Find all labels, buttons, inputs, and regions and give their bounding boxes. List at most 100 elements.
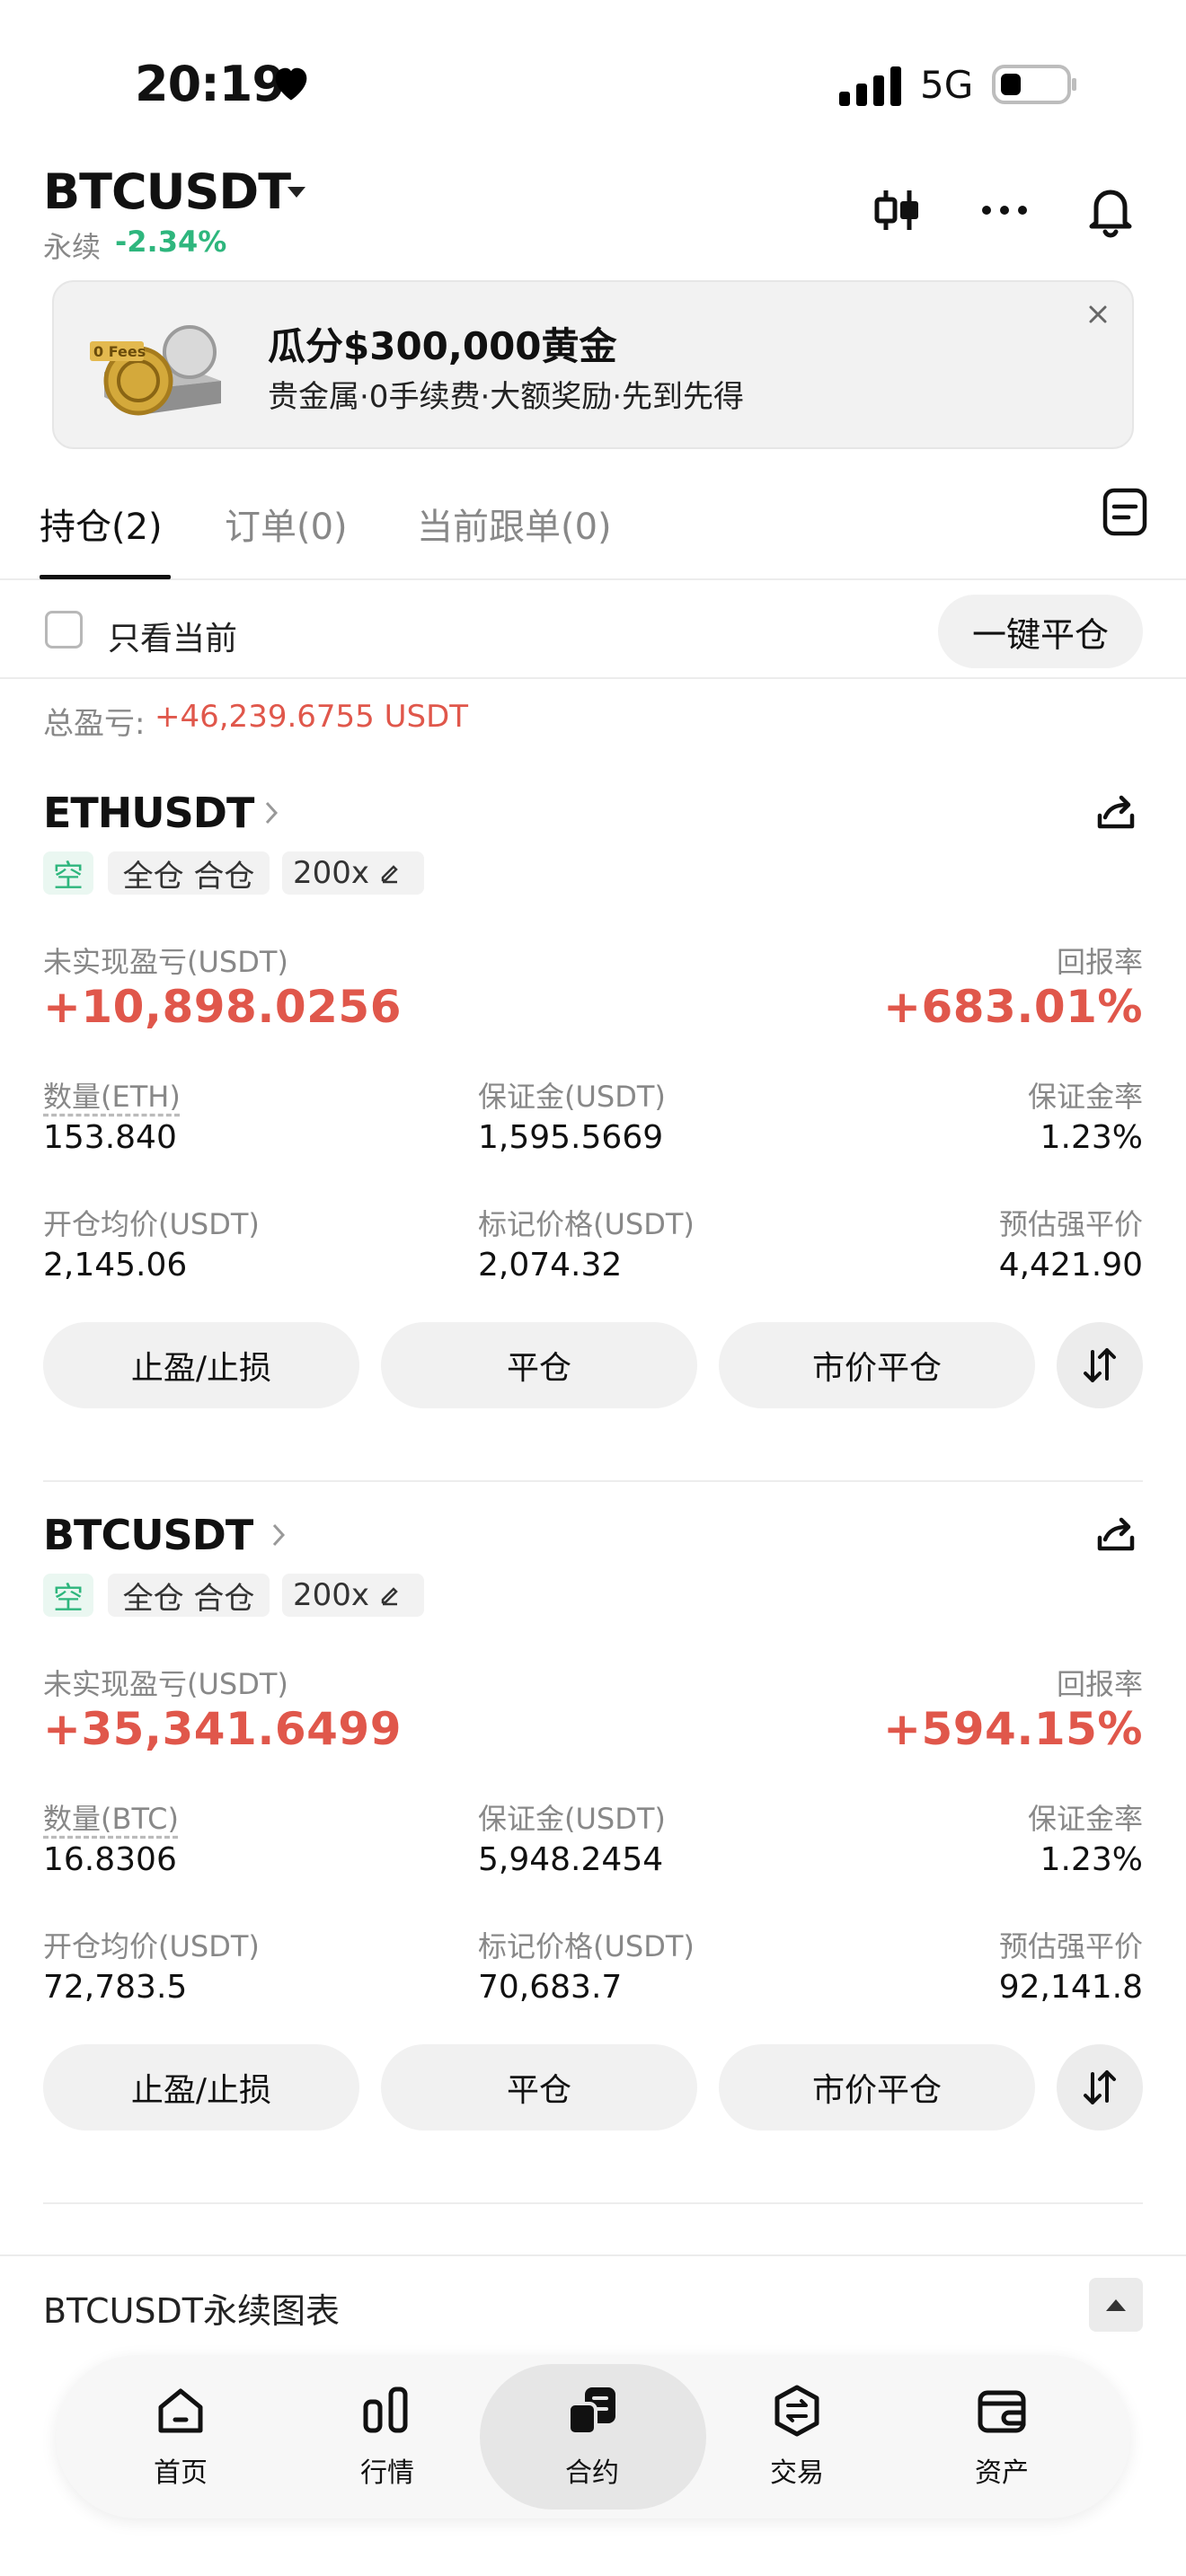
position-symbol[interactable]: BTCUSDT — [43, 1511, 253, 1559]
market-close-button[interactable]: 市价平仓 — [719, 2044, 1035, 2130]
quantity-value: 16.8306 — [43, 1841, 177, 1878]
margin-label: 保证金(USDT) — [478, 1080, 666, 1114]
nav-assets[interactable]: 资产 — [934, 2382, 1069, 2490]
pair-title[interactable]: BTCUSDT — [43, 163, 291, 220]
tab-positions[interactable]: 持仓(2) — [40, 498, 163, 550]
bell-icon[interactable] — [1084, 178, 1137, 243]
entry-price-value: 72,783.5 — [43, 1969, 188, 2006]
close-position-button[interactable]: 平仓 — [381, 2044, 697, 2130]
only-current-label[interactable]: 只看当前 — [108, 613, 237, 659]
chart-bar-label[interactable]: BTCUSDT永续图表 — [43, 2283, 340, 2333]
unrealized-pnl-value: +35,341.6499 — [43, 1703, 402, 1755]
margin-ratio-label: 保证金率 — [1027, 1802, 1143, 1836]
banner-title: 瓜分$300,000黄金 — [268, 324, 617, 368]
contract-type: 永续 — [43, 230, 102, 264]
price-change: -2.34% — [115, 225, 227, 259]
leverage-value: 200x — [293, 855, 370, 891]
leverage-badge[interactable]: 200x — [282, 851, 424, 895]
banner-image-text: 0 Fees — [93, 343, 146, 360]
filter-divider — [0, 677, 1186, 679]
mark-price-label: 标记价格(USDT) — [478, 1929, 695, 1963]
status-time: 20:19 — [135, 56, 286, 112]
roe-label: 回报率 — [1056, 1667, 1143, 1701]
leverage-value: 200x — [293, 1577, 370, 1613]
edit-icon — [381, 1587, 398, 1606]
nav-home-label: 首页 — [154, 2457, 208, 2489]
quantity-value: 153.840 — [43, 1119, 177, 1156]
leverage-badge[interactable]: 200x — [282, 1574, 424, 1617]
position-card: ETHUSDT 空 全仓 合仓 200x 未实现盈亏(USDT) 回报率 +10… — [0, 789, 1186, 1498]
network-type: 5G — [920, 63, 974, 107]
entry-price-label: 开仓均价(USDT) — [43, 1207, 260, 1241]
position-card: BTCUSDT 空 全仓 合仓 200x 未实现盈亏(USDT) 回报率 +35… — [0, 1511, 1186, 2220]
margin-mode-badge: 全仓 合仓 — [108, 851, 270, 895]
reverse-position-button[interactable] — [1057, 2044, 1143, 2130]
nav-futures[interactable]: 合约 — [525, 2382, 659, 2490]
roe-value: +594.15% — [883, 1703, 1143, 1755]
home-icon — [158, 2388, 203, 2433]
liq-price-label: 预估强平价 — [998, 1929, 1143, 1963]
margin-ratio-label: 保证金率 — [1027, 1080, 1143, 1114]
reverse-position-button[interactable] — [1057, 1322, 1143, 1408]
nav-futures-label: 合约 — [565, 2457, 619, 2489]
tab-divider — [0, 578, 1186, 580]
position-symbol[interactable]: ETHUSDT — [43, 789, 254, 837]
trade-icon — [774, 2385, 819, 2437]
roe-value: +683.01% — [883, 981, 1143, 1033]
nav-trade-label: 交易 — [770, 2457, 824, 2489]
swap-arrows-icon — [1084, 1348, 1116, 1382]
only-current-checkbox[interactable] — [45, 611, 83, 648]
caret-down-icon[interactable] — [286, 185, 307, 199]
mark-price-value: 2,074.32 — [478, 1247, 623, 1284]
quantity-label[interactable]: 数量(ETH) — [43, 1074, 181, 1116]
quantity-label[interactable]: 数量(BTC) — [43, 1796, 179, 1838]
liq-price-value: 4,421.90 — [998, 1247, 1143, 1284]
close-all-button[interactable]: 一键平仓 — [938, 595, 1143, 668]
chart-divider — [0, 2254, 1186, 2256]
wallet-icon — [978, 2390, 1026, 2433]
unrealized-pnl-label: 未实现盈亏(USDT) — [43, 1667, 288, 1701]
margin-label: 保证金(USDT) — [478, 1802, 666, 1836]
side-badge: 空 — [43, 1574, 93, 1617]
market-icon — [363, 2386, 408, 2433]
caret-up-icon — [1106, 2299, 1126, 2311]
nav-market-label: 行情 — [360, 2457, 414, 2489]
nav-home[interactable]: 首页 — [113, 2382, 248, 2490]
liq-price-label: 预估强平价 — [998, 1207, 1143, 1241]
gold-coins-image: 0 Fees — [90, 325, 221, 416]
chart-expand-button[interactable] — [1089, 2278, 1143, 2332]
unrealized-pnl-label: 未实现盈亏(USDT) — [43, 945, 288, 979]
total-pnl-label: 总盈亏: — [43, 706, 146, 742]
document-icon[interactable] — [1102, 487, 1148, 537]
entry-price-value: 2,145.06 — [43, 1247, 188, 1284]
heart-icon — [275, 67, 307, 101]
active-tab-indicator — [40, 575, 171, 579]
card-divider — [43, 2202, 1143, 2204]
chevron-right-icon[interactable] — [262, 799, 280, 826]
tab-copy-trading[interactable]: 当前跟单(0) — [417, 498, 612, 550]
tp-sl-button[interactable]: 止盈/止损 — [43, 1322, 359, 1408]
nav-market[interactable]: 行情 — [320, 2382, 455, 2490]
mark-price-value: 70,683.7 — [478, 1969, 623, 2006]
market-close-button[interactable]: 市价平仓 — [719, 1322, 1035, 1408]
total-pnl-value: +46,239.6755 USDT — [155, 699, 469, 735]
banner-subtitle: 贵金属·0手续费·大额奖励·先到先得 — [268, 379, 745, 415]
futures-icon — [567, 2387, 615, 2436]
close-position-button[interactable]: 平仓 — [381, 1322, 697, 1408]
nav-trade[interactable]: 交易 — [730, 2382, 864, 2490]
more-icon[interactable] — [978, 178, 1031, 243]
tab-orders[interactable]: 订单(0) — [225, 498, 348, 550]
margin-ratio-value: 1.23% — [1040, 1841, 1143, 1878]
liq-price-value: 92,141.8 — [998, 1969, 1143, 2006]
margin-mode-badge: 全仓 合仓 — [108, 1574, 270, 1617]
entry-price-label: 开仓均价(USDT) — [43, 1929, 260, 1963]
margin-value: 5,948.2454 — [478, 1841, 664, 1878]
share-icon[interactable] — [1093, 789, 1139, 835]
close-icon[interactable] — [1085, 302, 1111, 327]
battery-icon — [992, 65, 1076, 104]
chevron-right-icon[interactable] — [270, 1522, 288, 1548]
candlestick-icon[interactable] — [870, 178, 924, 243]
swap-arrows-icon — [1084, 2070, 1116, 2104]
share-icon[interactable] — [1093, 1511, 1139, 1557]
tp-sl-button[interactable]: 止盈/止损 — [43, 2044, 359, 2130]
